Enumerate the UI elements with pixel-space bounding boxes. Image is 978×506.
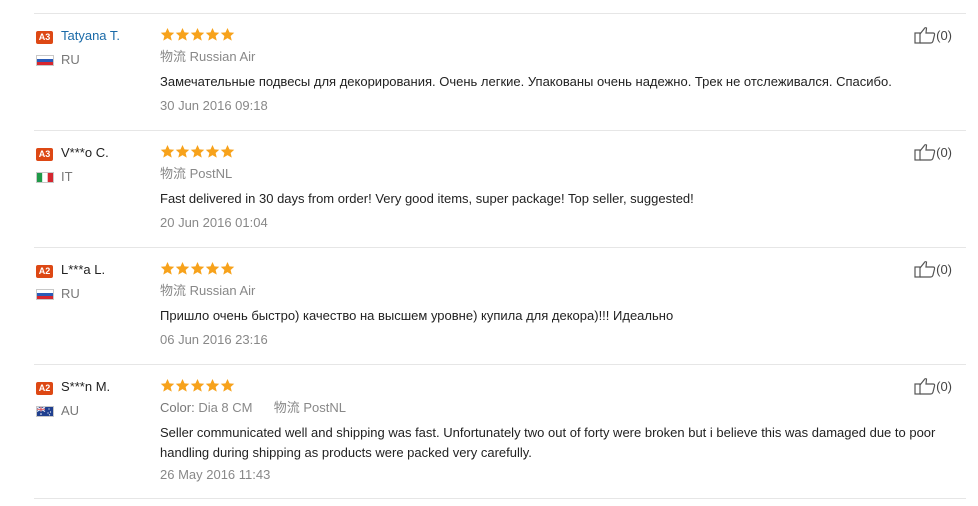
thumbs-up-icon xyxy=(914,144,936,161)
star-icon xyxy=(160,261,175,275)
review-divider xyxy=(34,498,966,499)
thumbs-up-icon xyxy=(914,261,936,278)
star-icon xyxy=(205,144,220,158)
like-count: (0) xyxy=(936,28,952,43)
shipping-info: Color: Dia 8 CM 物流 PostNL xyxy=(160,399,346,417)
star-icon xyxy=(205,378,220,392)
star-icon xyxy=(220,378,235,392)
review-date: 26 May 2016 11:43 xyxy=(160,467,271,482)
star-icon xyxy=(160,144,175,158)
star-icon xyxy=(190,378,205,392)
buyer-country: RU xyxy=(61,52,80,67)
shipping-method: PostNL xyxy=(303,400,347,415)
buyer-country: IT xyxy=(61,169,73,184)
review-divider xyxy=(34,130,966,131)
color-value: Dia 8 CM xyxy=(198,400,253,415)
review-item: A2 L***a L. RU 物流 Russian Air Пришло оче… xyxy=(34,261,966,360)
review-date: 30 Jun 2016 09:18 xyxy=(160,98,268,113)
review-divider xyxy=(34,13,966,14)
shipping-info: 物流 Russian Air xyxy=(160,282,255,300)
shipping-method: Russian Air xyxy=(189,283,256,298)
star-icon xyxy=(175,144,190,158)
buyer-name: L***a L. xyxy=(61,262,106,277)
flag-au-icon xyxy=(36,406,54,417)
rating-stars xyxy=(160,27,235,45)
buyer-name: V***o C. xyxy=(61,145,109,160)
like-button[interactable]: (0) xyxy=(914,143,952,162)
like-count: (0) xyxy=(936,145,952,160)
star-icon xyxy=(160,378,175,392)
star-icon xyxy=(175,27,190,41)
buyer-country: AU xyxy=(61,403,80,418)
flag-ru-icon xyxy=(36,55,54,66)
star-icon xyxy=(205,27,220,41)
buyer-level-badge: A3 xyxy=(36,31,53,44)
rating-stars xyxy=(160,261,235,279)
shipping-method: Russian Air xyxy=(189,49,256,64)
review-date: 06 Jun 2016 23:16 xyxy=(160,332,268,347)
buyer-level-badge: A2 xyxy=(36,382,53,395)
star-icon xyxy=(175,378,190,392)
buyer-name[interactable]: Tatyana T. xyxy=(61,27,120,45)
like-button[interactable]: (0) xyxy=(914,260,952,279)
like-button[interactable]: (0) xyxy=(914,377,952,396)
flag-it-icon xyxy=(36,172,54,183)
review-item: A2 S***n M. AU Color: Dia 8 CM 物流 PostNL… xyxy=(34,378,966,494)
color-label: Color: xyxy=(160,400,195,415)
shipping-info: 物流 PostNL xyxy=(160,165,232,183)
buyer-country: RU xyxy=(61,286,80,301)
star-icon xyxy=(190,261,205,275)
logistics-icon: 物流 xyxy=(160,49,187,64)
flag-ru-icon xyxy=(36,289,54,300)
star-icon xyxy=(220,261,235,275)
review-divider xyxy=(34,247,966,248)
star-icon xyxy=(205,261,220,275)
buyer-level-badge: A2 xyxy=(36,265,53,278)
logistics-icon: 物流 xyxy=(160,166,187,181)
star-icon xyxy=(220,27,235,41)
star-icon xyxy=(160,27,175,41)
like-count: (0) xyxy=(936,379,952,394)
review-text: Fast delivered in 30 days from order! Ve… xyxy=(160,191,694,206)
star-icon xyxy=(190,144,205,158)
shipping-method: PostNL xyxy=(189,166,233,181)
review-text: Замечательные подвесы для декорирования.… xyxy=(160,74,892,89)
shipping-info: 物流 Russian Air xyxy=(160,48,255,66)
logistics-icon: 物流 xyxy=(160,283,187,298)
star-icon xyxy=(175,261,190,275)
buyer-name: S***n M. xyxy=(61,379,111,394)
like-count: (0) xyxy=(936,262,952,277)
logistics-icon: 物流 xyxy=(273,400,300,415)
thumbs-up-icon xyxy=(914,27,936,44)
review-item: A3 V***o C. IT 物流 PostNL Fast delivered … xyxy=(34,144,966,243)
rating-stars xyxy=(160,378,235,396)
review-text: Seller communicated well and shipping wa… xyxy=(160,425,936,460)
review-text: Пришло очень быстро) качество на высшем … xyxy=(160,308,674,323)
review-divider xyxy=(34,364,966,365)
review-item: A3 Tatyana T. RU 物流 Russian Air Замечате… xyxy=(34,27,966,126)
rating-stars xyxy=(160,144,235,162)
thumbs-up-icon xyxy=(914,378,936,395)
star-icon xyxy=(190,27,205,41)
star-icon xyxy=(220,144,235,158)
review-date: 20 Jun 2016 01:04 xyxy=(160,215,268,230)
like-button[interactable]: (0) xyxy=(914,26,952,45)
buyer-level-badge: A3 xyxy=(36,148,53,161)
